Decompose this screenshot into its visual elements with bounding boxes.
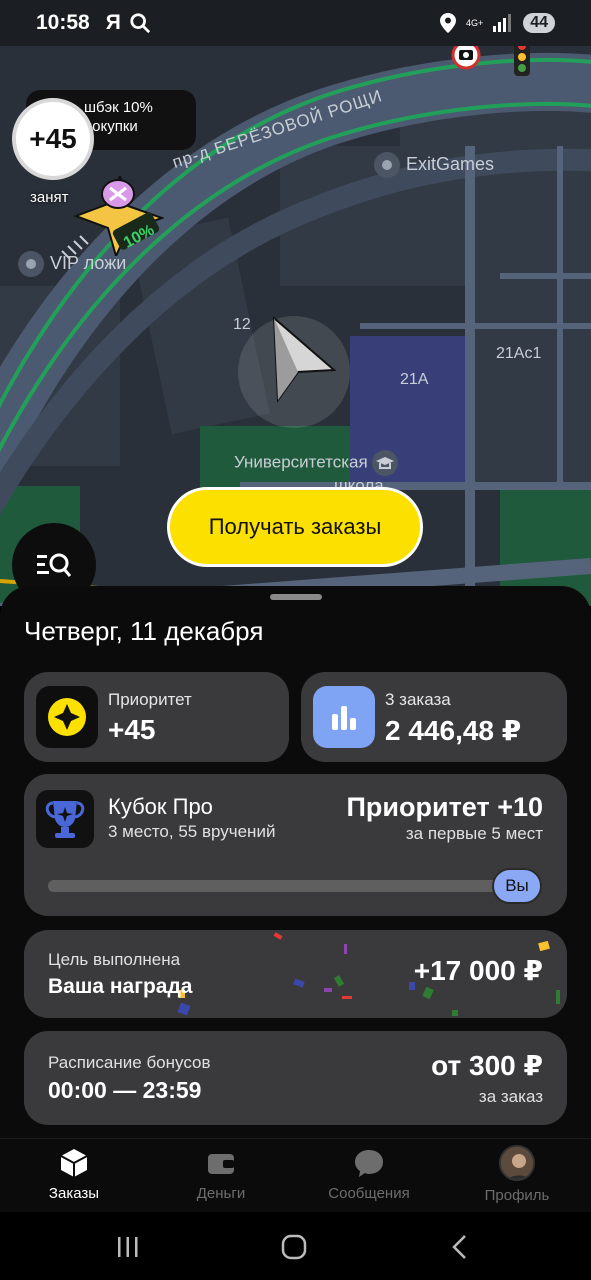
goal-reward-amount: +17 000 ₽ [413,955,543,986]
priority-card[interactable]: Приоритет +45 [24,672,289,762]
bottom-navigation: Заказы Деньги Сообщения Профиль [0,1138,591,1212]
goal-reward-card[interactable]: Цель выполнена Ваша награда +17 000 ₽ [24,930,567,1018]
poi-exitgames-label: ExitGames [406,153,495,174]
home-icon [281,1234,307,1260]
nav-messages-label: Сообщения [328,1185,410,1202]
list-search-icon [37,553,71,577]
priority-label: Приоритет [108,690,192,709]
nav-orders[interactable]: Заказы [14,1147,134,1202]
nav-profile[interactable]: Профиль [457,1145,577,1204]
bar-chart-icon [332,706,356,730]
poi-icon [374,152,400,178]
map-view[interactable]: пр-д БЕРЁЗОВОЙ РОЩИ ExitGames VIP ложи 1… [0,46,591,606]
orders-earnings-card[interactable]: 3 заказа 2 446,48 ₽ [301,672,567,762]
you-position-marker: Вы [492,868,542,904]
date-title: Четверг, 11 декабря [24,616,264,646]
graduation-cap-icon [372,450,399,476]
orders-count-label: 3 заказа [385,690,451,709]
cup-progress-track [48,880,538,892]
nav-messages[interactable]: Сообщения [309,1147,429,1202]
cup-progress-fill [48,880,504,892]
priority-star-icon [48,698,86,736]
nav-money-label: Деньги [196,1185,246,1202]
home-button[interactable] [274,1232,314,1262]
bonus-schedule-card[interactable]: Расписание бонусов 00:00 — 23:59 от 300 … [24,1031,567,1125]
search-icon [130,13,150,34]
box-icon [60,1149,88,1177]
house-number-12: 12 [233,316,251,333]
receive-orders-button[interactable]: Получать заказы [167,487,423,567]
orders-earnings-value: 2 446,48 ₽ [385,715,522,746]
goal-status-label: Цель выполнена [48,950,181,969]
traffic-light-icon [514,46,530,76]
status-time: 10:58 [36,11,90,34]
chat-icon [355,1150,383,1177]
schedule-hours: 00:00 — 23:59 [48,1077,202,1103]
speed-camera-icon [451,46,481,70]
status-bar: 10:58 Я 4G+ 44 [0,0,591,46]
house-number-21a: 21А [400,371,429,388]
trophy-icon [18,251,44,277]
back-icon [452,1235,466,1259]
nav-profile-label: Профиль [484,1187,550,1204]
network-type: 4G+ [465,17,484,28]
back-button[interactable] [440,1232,480,1262]
recent-apps-icon [118,1237,138,1257]
cup-title: Кубок Про [108,794,213,819]
cup-prize-subtitle: за первые 5 мест [405,824,543,843]
schedule-bonus-unit: за заказ [478,1087,543,1106]
location-icon [439,13,456,33]
avatar-image [501,1147,533,1179]
sheet-drag-handle[interactable] [270,594,322,600]
priority-badge[interactable]: +45 [12,98,94,180]
stats-icon-tile [313,686,375,748]
cashback-text: шбэк 10% покупки [84,99,153,135]
battery-level: 44 [523,13,555,33]
cup-icon-tile [36,790,94,848]
schedule-label: Расписание бонусов [48,1053,211,1072]
cup-pro-card[interactable]: Кубок Про 3 место, 55 вручений Приоритет… [24,774,567,916]
bottom-sheet[interactable]: Четверг, 11 декабря Приоритет +45 3 зака… [0,586,591,1138]
system-navigation-bar [0,1212,591,1280]
trophy-icon [45,801,85,838]
driver-status-label: занят [30,189,69,206]
goal-reward-title: Ваша награда [48,975,193,998]
poi-exitgames[interactable]: ExitGames [374,152,494,178]
nav-orders-label: Заказы [48,1185,100,1202]
avatar [499,1145,535,1181]
signal-icon [493,14,512,32]
priority-value: +45 [108,714,156,745]
schedule-bonus-amount: от 300 ₽ [431,1050,543,1081]
recent-apps-button[interactable] [108,1232,148,1262]
yandex-app-icon: Я [105,11,121,34]
cup-subtitle: 3 место, 55 вручений [108,822,276,841]
house-number-21ac1: 21Ас1 [496,345,542,362]
priority-icon-tile [36,686,98,748]
nav-money[interactable]: Деньги [161,1147,281,1202]
poi-school-label: Университетская [234,452,368,472]
wallet-icon [208,1154,234,1174]
cashback-star-marker[interactable]: 10% [68,176,164,256]
cup-prize: Приоритет +10 [346,792,544,822]
navigation-arrow-icon [272,315,337,403]
